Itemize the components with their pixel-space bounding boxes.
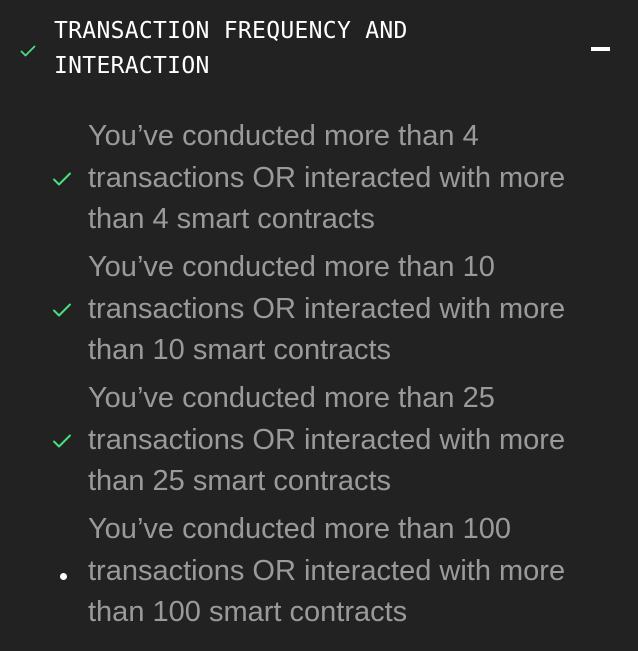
check-icon: [53, 303, 71, 317]
criteria-item: You’ve conducted more than 100 transacti…: [0, 509, 638, 640]
collapse-button[interactable]: [588, 36, 614, 62]
criteria-text: You’ve conducted more than 10 transactio…: [88, 251, 566, 366]
criteria-item: You’ve conducted more than 10 transactio…: [0, 247, 638, 378]
criteria-text: You’ve conducted more than 4 transaction…: [88, 120, 566, 235]
criteria-text: You’ve conducted more than 100 transacti…: [88, 513, 566, 628]
criteria-item: You’ve conducted more than 25 transactio…: [0, 378, 638, 509]
minus-icon: [591, 47, 610, 51]
section-title: TRANSACTION FREQUENCY AND INTERACTION: [54, 18, 408, 79]
bullet-dot-icon: [60, 573, 67, 580]
criteria-list: You’ve conducted more than 4 transaction…: [0, 116, 638, 640]
criteria-panel: TRANSACTION FREQUENCY AND INTERACTION Yo…: [0, 0, 638, 651]
criteria-item: You’ve conducted more than 4 transaction…: [0, 116, 638, 247]
check-icon: [53, 434, 71, 448]
check-icon: [53, 172, 71, 186]
section-header[interactable]: TRANSACTION FREQUENCY AND INTERACTION: [0, 0, 638, 100]
criteria-text: You’ve conducted more than 25 transactio…: [88, 382, 566, 497]
check-icon: [20, 45, 36, 57]
